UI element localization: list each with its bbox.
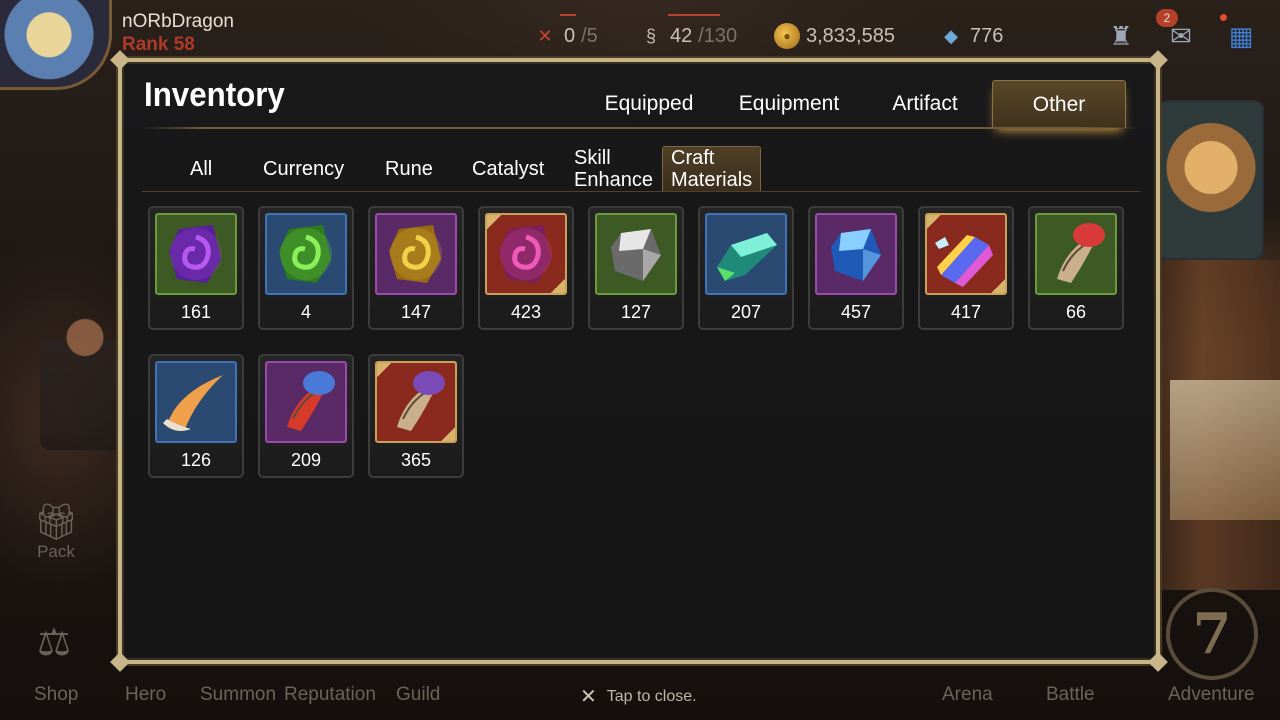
blue-crystal-icon (815, 213, 897, 295)
subtab-skill-enhance-line1: Skill (574, 147, 611, 169)
stamina-bar (560, 14, 576, 16)
item-count: 423 (510, 302, 542, 322)
background-window (1170, 380, 1280, 520)
nav-shop[interactable]: Shop (34, 684, 78, 706)
grey-crystal-icon (595, 213, 677, 295)
magenta-rune-stone-icon (485, 213, 567, 295)
subtab-currency[interactable]: Currency (263, 146, 344, 192)
nav-hero[interactable]: Hero (125, 684, 166, 706)
stamina-icon: ✕ (537, 25, 553, 46)
subtab-craft-materials-line2: Materials (671, 169, 753, 191)
gold-value: 3,833,585 (806, 24, 895, 47)
subtab-catalyst[interactable]: Catalyst (472, 146, 544, 192)
stamina-counter[interactable]: ✕ 0/5 (532, 18, 598, 54)
scales-icon: ⚖ (36, 622, 72, 664)
inventory-item[interactable]: 365 (368, 354, 464, 478)
item-count: 161 (180, 302, 212, 322)
pack-label: Pack (37, 542, 75, 561)
inventory-item[interactable]: 4 (258, 206, 354, 330)
inventory-item[interactable]: 66 (1028, 206, 1124, 330)
subtab-skill-enhance[interactable]: Skill Enhance (574, 146, 653, 192)
menu-grid-icon[interactable]: ▦ (1222, 18, 1260, 54)
prism-crystal-icon (925, 213, 1007, 295)
gem-counter[interactable]: ◆ 776 (938, 18, 1003, 54)
gold-coin-icon: ● (774, 23, 800, 49)
top-status-bar: nORbDragon Rank 58 ✕ 0/5 § 42/130 ● 3,83… (0, 0, 1280, 90)
energy-value: 42 (670, 24, 693, 47)
teal-crystal-icon (705, 213, 787, 295)
close-icon: ✕ (580, 686, 597, 708)
item-count: 4 (300, 302, 311, 322)
stamina-value: 0 (564, 24, 576, 47)
red-fur-claw-icon (1035, 213, 1117, 295)
nav-arena[interactable]: Arena (942, 684, 993, 706)
energy-max: /130 (698, 24, 738, 47)
sub-tabs-divider (142, 191, 1140, 192)
energy-bar (668, 14, 720, 16)
item-count: 66 (1065, 302, 1087, 322)
menu-notification-dot (1220, 14, 1227, 21)
team-icon[interactable]: ♜ (1102, 18, 1140, 54)
panel-title: Inventory (144, 76, 285, 114)
inventory-item[interactable]: 207 (698, 206, 794, 330)
inventory-item[interactable]: 126 (148, 354, 244, 478)
tab-equipped[interactable]: Equipped (582, 80, 716, 128)
green-rune-stone-icon (265, 213, 347, 295)
purple-fur-claw-icon (375, 361, 457, 443)
inventory-item[interactable]: 209 (258, 354, 354, 478)
inventory-item[interactable]: 147 (368, 206, 464, 330)
inventory-item[interactable]: 423 (478, 206, 574, 330)
tab-equipment[interactable]: Equipment (722, 80, 856, 128)
nav-summon[interactable]: Summon (200, 684, 276, 706)
mail-badge: 2 (1156, 9, 1178, 27)
item-count: 126 (180, 450, 212, 470)
purple-rune-stone-icon (155, 213, 237, 295)
item-count: 365 (400, 450, 432, 470)
adventure-emblem-icon[interactable]: 7 (1166, 588, 1258, 680)
orange-horn-claw-icon (155, 361, 237, 443)
item-count: 207 (730, 302, 762, 322)
tab-other[interactable]: Other (992, 80, 1126, 128)
inventory-item[interactable]: 127 (588, 206, 684, 330)
subtab-skill-enhance-line2: Enhance (574, 169, 653, 191)
yellow-rune-stone-icon (375, 213, 457, 295)
nav-adventure[interactable]: Adventure (1168, 684, 1255, 706)
stamina-max: /5 (581, 24, 598, 47)
player-name: nORbDragon (122, 11, 234, 32)
subtab-all[interactable]: All (190, 146, 212, 192)
sub-tabs: All Currency Rune Catalyst Skill Enhance… (122, 142, 1156, 192)
pack-button[interactable]: 🎁︎ Pack (30, 502, 82, 562)
item-count: 127 (620, 302, 652, 322)
main-tabs-divider (142, 127, 1140, 129)
nav-reputation[interactable]: Reputation (284, 684, 376, 706)
player-rank: Rank 58 (122, 34, 195, 55)
subtab-craft-materials[interactable]: Craft Materials (662, 146, 762, 192)
gem-icon: ◆ (944, 25, 958, 46)
inventory-panel: Inventory Equipped Equipment Artifact Ot… (110, 50, 1168, 672)
item-count: 417 (950, 302, 982, 322)
side-character-portrait[interactable] (1158, 100, 1264, 260)
subtab-craft-materials-line1: Craft (671, 147, 715, 169)
tab-artifact[interactable]: Artifact (858, 80, 992, 128)
inventory-item[interactable]: 417 (918, 206, 1014, 330)
close-hint-label: Tap to close. (606, 687, 697, 705)
gem-value: 776 (970, 24, 1004, 47)
energy-icon: § (645, 25, 656, 46)
subtab-rune[interactable]: Rune (385, 146, 433, 192)
nav-guild[interactable]: Guild (396, 684, 440, 706)
item-grid: 161 4 147 423 127 207 457 417 66 126 209 365 (148, 206, 1138, 506)
nav-battle[interactable]: Battle (1046, 684, 1095, 706)
item-count: 147 (400, 302, 432, 322)
gift-icon: 🎁︎ (33, 501, 79, 542)
inventory-item[interactable]: 457 (808, 206, 904, 330)
energy-counter[interactable]: § 42/130 (638, 18, 737, 54)
background-character (40, 300, 130, 450)
blue-fur-red-claw-icon (265, 361, 347, 443)
close-hint[interactable]: ✕ Tap to close. (580, 684, 697, 709)
item-count: 457 (840, 302, 872, 322)
item-count: 209 (290, 450, 322, 470)
inventory-item[interactable]: 161 (148, 206, 244, 330)
gold-counter[interactable]: ● 3,833,585 (774, 18, 895, 54)
